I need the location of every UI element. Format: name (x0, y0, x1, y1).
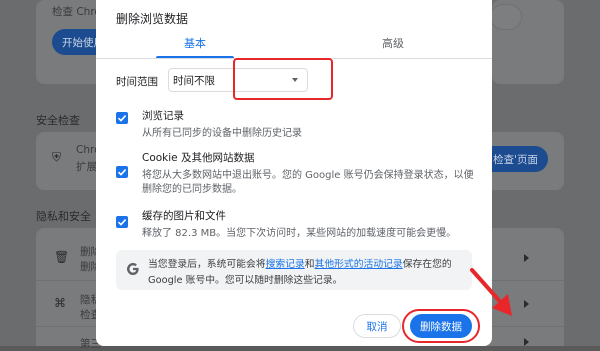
checkbox-cookies[interactable] (116, 166, 128, 178)
bg-dismiss-button (490, 4, 522, 30)
info-line-1: 当您登录后，系统可能会将搜索记录和其他形式的活动记录保存在您的 (148, 256, 452, 270)
option-desc-line2: 删除您的已同步数据。 (142, 184, 242, 195)
chevron-right-icon (524, 300, 529, 308)
compass-icon: ⌘ (54, 296, 66, 310)
annotation-highlight-box (233, 58, 333, 100)
dialog-tabs: 基本 高级 (96, 36, 492, 59)
check-icon (117, 169, 127, 176)
option-desc: 释放了 82.3 MB。当您下次访问时，某些网站的加载速度可能会更慢。 (142, 228, 457, 239)
time-range-label: 时间范围 (116, 76, 158, 88)
bg-privacy-heading: 隐私和安全 (36, 210, 91, 223)
option-desc: 从所有已同步的设备中删除历史记录 (142, 128, 302, 139)
option-cached-images[interactable]: 缓存的图片和文件 释放了 82.3 MB。当您下次访问时，某些网站的加载速度可能… (116, 208, 472, 239)
info-text-part1: 当您登录后，系统可能会将 (148, 259, 266, 270)
option-desc: 将您从大多数网站中退出账号。您的 Google 账号仍会保持登录状态，以便 (142, 170, 474, 181)
cancel-button[interactable]: 取消 (353, 314, 401, 338)
check-icon (117, 115, 127, 122)
option-title: 缓存的图片和文件 (142, 210, 226, 222)
google-g-icon (127, 263, 139, 275)
checkbox-browsing-history[interactable] (116, 112, 128, 124)
tab-advanced[interactable]: 高级 (294, 36, 492, 52)
bg-safety-heading: 安全检查 (36, 114, 80, 127)
option-title: Cookie 及其他网站数据 (142, 152, 255, 164)
info-text-part3: 保存在您的 (402, 259, 452, 270)
clear-browsing-data-dialog: 删除浏览数据 基本 高级 时间范围 时间不限 浏览记录 从所有已同步的设备中删除… (96, 0, 512, 346)
time-range-value: 时间不限 (173, 74, 215, 87)
tab-basic[interactable]: 基本 (96, 36, 294, 52)
dialog-title: 删除浏览数据 (116, 12, 189, 26)
option-title: 浏览记录 (142, 110, 184, 122)
other-activity-link[interactable]: 其他形式的活动记录 (315, 259, 403, 270)
info-text-part2: 和 (304, 259, 315, 270)
info-line-2: Google 账号中。您可以随时删除这些记录。 (148, 275, 343, 286)
trash-icon: 🗑 (54, 250, 70, 264)
check-icon (117, 219, 127, 226)
search-history-link[interactable]: 搜索记录 (266, 259, 305, 270)
checkbox-cached-images[interactable] (116, 216, 128, 228)
option-cookies[interactable]: Cookie 及其他网站数据 将您从大多数网站中退出账号。您的 Google 账… (116, 150, 474, 195)
option-browsing-history[interactable]: 浏览记录 从所有已同步的设备中删除历史记录 (116, 108, 472, 139)
chevron-right-icon (524, 254, 529, 262)
shield-icon: ⛨ (52, 150, 62, 164)
annotation-arrow-icon (470, 268, 512, 316)
chevron-right-icon (524, 338, 529, 346)
account-info-box: 当您登录后，系统可能会将搜索记录和其他形式的活动记录保存在您的 Google 账… (116, 250, 472, 290)
